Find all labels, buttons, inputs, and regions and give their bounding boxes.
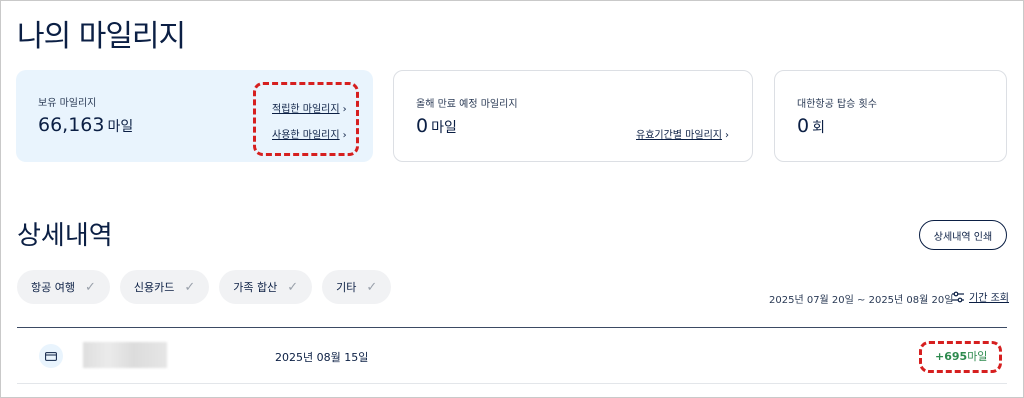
boarding-count-number: 0	[797, 115, 810, 137]
expiring-mileage-number: 0	[416, 115, 429, 137]
validity-mileage-link-label: 유효기간별 마일리지	[636, 130, 722, 141]
validity-mileage-link[interactable]: 유효기간별 마일리지 ›	[636, 126, 729, 141]
expiring-mileage-card: 올해 만료 예정 마일리지 0 마일 유효기간별 마일리지 ›	[393, 70, 753, 162]
row-date: 2025년 08월 15일	[275, 351, 369, 364]
held-mileage-label: 보유 마일리지	[38, 98, 97, 109]
held-mileage-unit: 마일	[107, 119, 134, 135]
expiring-mileage-label: 올해 만료 예정 마일리지	[416, 99, 518, 110]
held-mileage-number: 66,163	[38, 114, 105, 136]
check-icon: ✓	[287, 279, 299, 295]
date-range: 2025년 07월 20일 ~ 2025년 08월 20일	[769, 295, 954, 306]
check-icon: ✓	[84, 279, 96, 295]
filter-chip-label: 항공 여행	[31, 281, 75, 294]
page-title: 나의 마일리지	[17, 19, 186, 54]
boarding-count-card: 대한항공 탑승 횟수 0회	[774, 70, 1007, 162]
check-icon: ✓	[184, 279, 196, 295]
highlight-annotation	[253, 82, 359, 156]
check-icon: ✓	[366, 279, 378, 295]
boarding-count-value: 0회	[797, 115, 825, 137]
table-row[interactable]: 2025년 08월 15일 +695마일	[17, 328, 1007, 384]
expiring-mileage-value: 0 마일	[416, 115, 457, 137]
filter-chip-label: 신용카드	[133, 281, 175, 294]
filter-chips: 항공 여행 ✓ 신용카드 ✓ 가족 합산 ✓ 기타 ✓	[17, 270, 392, 304]
filter-chip-air-travel[interactable]: 항공 여행 ✓	[17, 270, 110, 304]
expiring-mileage-unit: 마일	[431, 120, 457, 136]
boarding-count-label: 대한항공 탑승 횟수	[797, 99, 877, 110]
redacted-description	[83, 342, 167, 368]
filter-chip-label: 기타	[336, 281, 357, 294]
details-title: 상세내역	[17, 221, 113, 251]
filter-chip-label: 가족 합산	[233, 281, 278, 294]
credit-card-icon	[39, 344, 63, 368]
filter-chip-credit-card[interactable]: 신용카드 ✓	[119, 270, 210, 304]
filter-icon	[952, 291, 964, 302]
chevron-right-icon: ›	[724, 130, 729, 141]
print-details-button[interactable]: 상세내역 인쇄	[919, 220, 1007, 250]
period-search-button[interactable]: 기간 조회	[951, 289, 1009, 304]
period-search-label: 기간 조회	[969, 293, 1009, 304]
boarding-count-unit: 회	[812, 120, 825, 136]
highlight-annotation	[919, 341, 1002, 373]
filter-chip-family[interactable]: 가족 합산 ✓	[219, 270, 313, 304]
filter-chip-other[interactable]: 기타 ✓	[322, 270, 392, 304]
held-mileage-value: 66,163 마일	[38, 114, 133, 136]
